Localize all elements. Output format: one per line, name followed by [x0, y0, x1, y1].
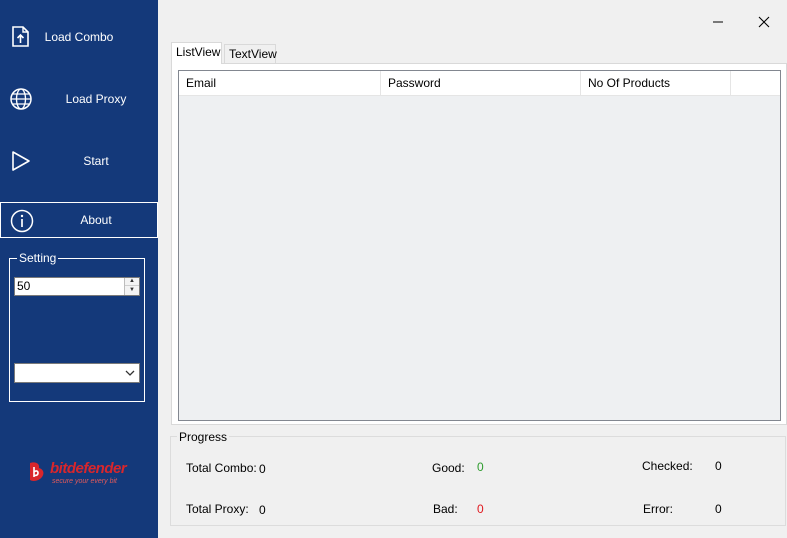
- stepper-down-icon[interactable]: ▼: [125, 286, 139, 294]
- about-label: About: [80, 213, 112, 227]
- chevron-down-icon: [125, 370, 135, 376]
- tab-textview[interactable]: TextView: [224, 44, 277, 64]
- error-value: 0: [715, 502, 722, 516]
- checked-label: Checked:: [642, 459, 693, 473]
- bitdefender-logo: bitdefender secure your every bit: [24, 458, 136, 490]
- load-combo-label: Load Combo: [44, 30, 114, 44]
- good-value: 0: [477, 460, 484, 474]
- load-combo-button[interactable]: Load Combo: [0, 18, 158, 56]
- stepper-buttons[interactable]: ▲ ▼: [124, 278, 139, 295]
- checked-value: 0: [715, 459, 722, 473]
- list-header: Email Password No Of Products: [179, 71, 780, 96]
- total-combo-label: Total Combo:: [186, 461, 257, 475]
- bad-label: Bad:: [433, 502, 458, 516]
- column-header-email[interactable]: Email: [179, 71, 381, 96]
- sidebar: Load Combo Load Proxy Start About Settin…: [0, 0, 158, 538]
- threads-value: 50: [17, 279, 31, 293]
- start-button[interactable]: Start: [0, 142, 158, 180]
- total-proxy-value: 0: [259, 503, 266, 517]
- bitdefender-mark-icon: [30, 462, 44, 481]
- progress-legend: Progress: [177, 430, 230, 444]
- column-header-password[interactable]: Password: [381, 71, 581, 96]
- info-icon: [10, 209, 34, 233]
- minimize-icon[interactable]: [706, 10, 730, 34]
- column-header-products[interactable]: No Of Products: [581, 71, 731, 96]
- bad-value: 0: [477, 502, 484, 516]
- setting-legend: Setting: [17, 251, 59, 265]
- total-proxy-label: Total Proxy:: [186, 502, 249, 516]
- tab-listview[interactable]: ListView: [171, 42, 222, 64]
- close-icon[interactable]: [752, 10, 776, 34]
- tab-panel-listview: Email Password No Of Products: [171, 63, 787, 425]
- load-proxy-button[interactable]: Load Proxy: [0, 80, 158, 118]
- threads-stepper[interactable]: 50 ▲ ▼: [14, 277, 140, 296]
- load-proxy-label: Load Proxy: [65, 92, 127, 106]
- start-label: Start: [83, 154, 109, 168]
- globe-icon: [10, 88, 32, 110]
- logo-wordmark: bitdefender: [50, 460, 127, 477]
- results-list[interactable]: Email Password No Of Products: [178, 70, 781, 421]
- setting-group: Setting 50 ▲ ▼: [9, 251, 145, 402]
- logo-tagline: secure your every bit: [52, 478, 117, 485]
- play-icon: [12, 151, 30, 171]
- setting-dropdown[interactable]: [14, 363, 140, 383]
- error-label: Error:: [643, 502, 673, 516]
- about-button[interactable]: About: [0, 202, 158, 238]
- total-combo-value: 0: [259, 462, 266, 476]
- good-label: Good:: [432, 461, 465, 475]
